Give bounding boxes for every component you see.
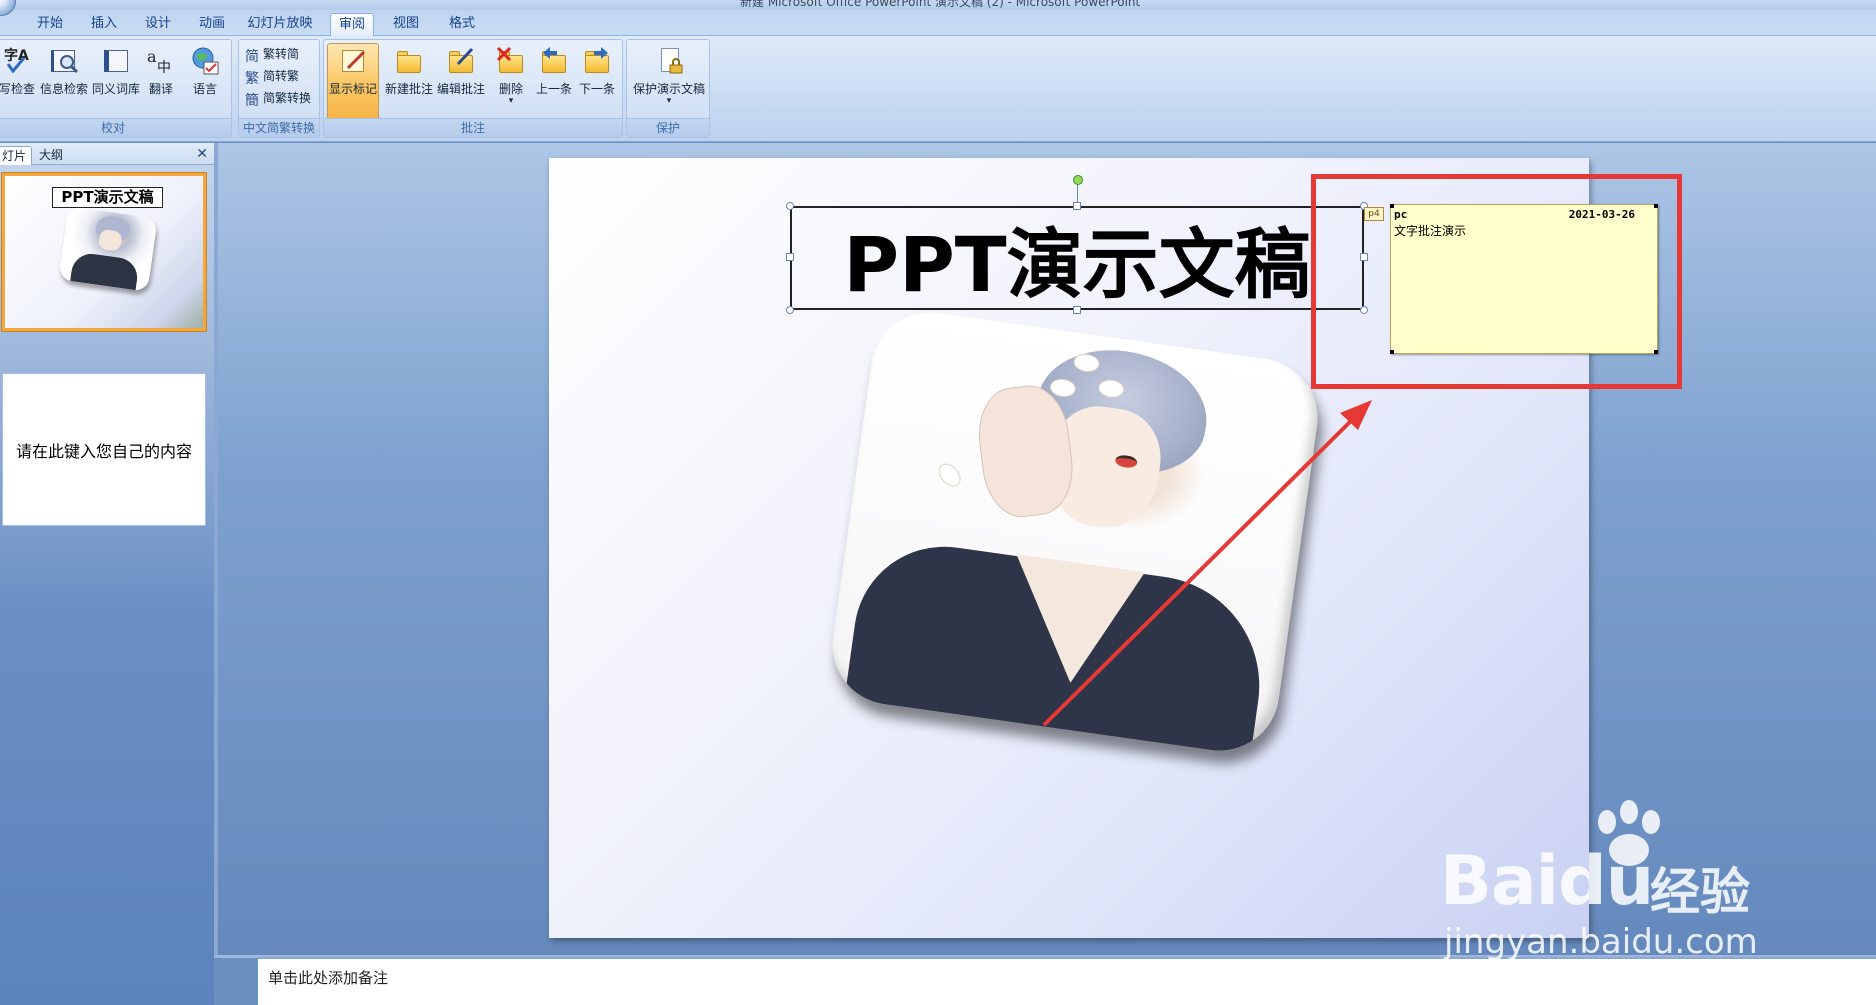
notes-pane[interactable]: 单击此处添加备注 (258, 957, 1876, 1005)
notes-placeholder[interactable]: 单击此处添加备注 (268, 967, 388, 988)
watermark-url: jingyan.baidu.com (1444, 922, 1758, 962)
watermark-brand: Baidu (1440, 842, 1654, 921)
watermark-suffix: 经验 (1650, 863, 1750, 921)
baidu-watermark: Baidu 经验 jingyan.baidu.com (1440, 800, 1800, 962)
